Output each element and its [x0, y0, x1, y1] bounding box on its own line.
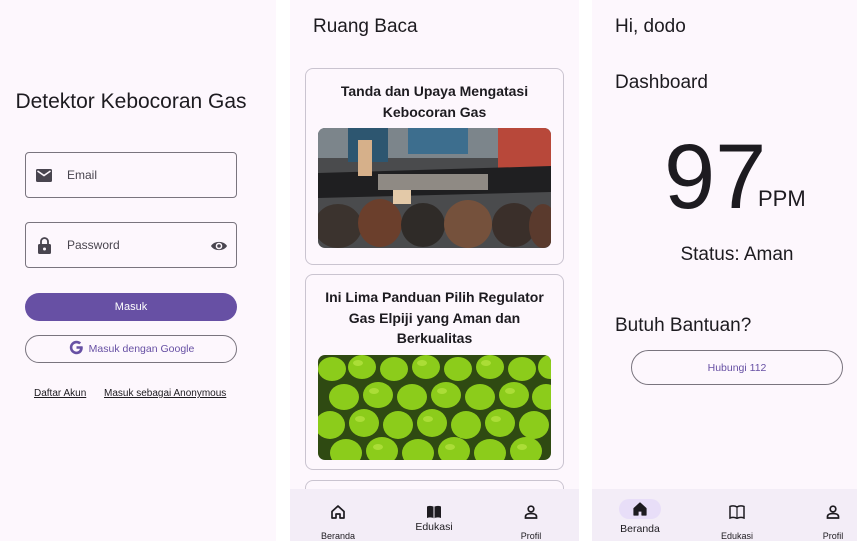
- person-icon: [825, 504, 841, 520]
- nav-item-beranda[interactable]: Beranda: [600, 489, 680, 541]
- nav-label: Profil: [822, 531, 844, 541]
- nav-label: Edukasi: [720, 531, 754, 541]
- page-title: Dashboard: [615, 72, 708, 93]
- nav-item-edukasi[interactable]: Edukasi: [394, 489, 474, 541]
- nav-label: Beranda: [620, 523, 660, 535]
- password-field[interactable]: [25, 222, 237, 268]
- article-card[interactable]: Tanda dan Upaya Mengatasi Kebocoran Gas: [305, 68, 564, 265]
- dashboard-screen: Hi, dodo Dashboard 97 PPM Status: Aman B…: [592, 0, 857, 541]
- email-input[interactable]: [67, 168, 207, 182]
- google-icon: [68, 339, 85, 359]
- greeting: Hi, dodo: [615, 16, 686, 37]
- password-input[interactable]: [67, 238, 207, 252]
- google-login-button[interactable]: Masuk dengan Google: [25, 335, 237, 363]
- nav-label: Beranda: [320, 531, 356, 541]
- lock-icon: [35, 236, 53, 254]
- person-icon: [523, 504, 539, 520]
- google-button-label: Masuk dengan Google: [88, 343, 195, 355]
- home-icon: [330, 504, 346, 520]
- nav-item-edukasi[interactable]: Edukasi: [697, 489, 777, 541]
- ppm-unit: PPM: [758, 186, 806, 211]
- article-title: Ini Lima Panduan Pilih Regulator Gas Elp…: [325, 289, 544, 346]
- article-card[interactable]: Ini Lima Panduan Pilih Regulator Gas Elp…: [305, 274, 564, 470]
- nav-label: Profil: [520, 531, 542, 541]
- mail-icon: [35, 166, 53, 184]
- book-icon: [426, 505, 442, 521]
- nav-item-profil[interactable]: Profil: [491, 489, 571, 541]
- login-screen: Detektor Kebocoran Gas Masuk Masuk denga…: [0, 0, 276, 541]
- home-icon: [632, 501, 648, 517]
- bottom-navigation: Beranda Edukasi Profil: [592, 489, 857, 541]
- article-image: [318, 354, 551, 460]
- login-button[interactable]: Masuk: [25, 293, 237, 321]
- anonymous-login-link[interactable]: Masuk sebagai Anonymous: [104, 388, 226, 399]
- email-field[interactable]: [25, 152, 237, 198]
- eye-icon[interactable]: [210, 237, 228, 255]
- call-112-button[interactable]: Hubungi 112: [631, 350, 843, 385]
- nav-label: Edukasi: [415, 521, 453, 533]
- page-title: Ruang Baca: [313, 16, 418, 37]
- status-text: Status: Aman: [680, 244, 794, 265]
- article-title: Tanda dan Upaya Mengatasi Kebocoran Gas: [340, 83, 529, 120]
- ppm-value: 97: [664, 126, 767, 228]
- book-icon: [729, 505, 745, 521]
- app-title: Detektor Kebocoran Gas: [15, 90, 247, 113]
- article-image: [318, 128, 551, 248]
- bottom-navigation: Beranda Edukasi Profil: [290, 489, 579, 541]
- register-link[interactable]: Daftar Akun: [34, 388, 86, 399]
- reading-screen: Ruang Baca Tanda dan Upaya Mengatasi Keb…: [290, 0, 579, 541]
- nav-item-profil[interactable]: Profil: [793, 489, 857, 541]
- nav-item-beranda[interactable]: Beranda: [298, 489, 378, 541]
- help-title: Butuh Bantuan?: [615, 315, 752, 336]
